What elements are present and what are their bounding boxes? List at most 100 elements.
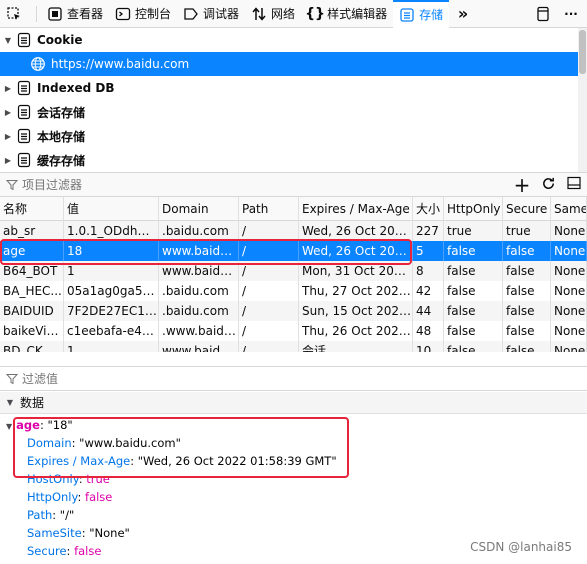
data-key: Secure bbox=[27, 544, 67, 558]
table-cell: 05a1ag0ga52... bbox=[64, 281, 159, 301]
table-row[interactable]: ab_sr 1.0.1_ODdhM... .baidu.com / Wed, 26 Oc… bbox=[0, 221, 587, 241]
refresh-button[interactable] bbox=[535, 173, 561, 196]
items-filter-bar: + bbox=[0, 172, 587, 197]
table-cell: Thu, 26 Oct 2023... bbox=[299, 321, 413, 341]
console-icon bbox=[115, 6, 131, 22]
table-cell: 10 bbox=[413, 341, 444, 352]
table-header: 名称 值 Domain Path Expires / Max-Age 大小 Ht… bbox=[0, 197, 587, 221]
style-editor-icon: {} bbox=[305, 5, 326, 22]
toggle-sidebar-button[interactable] bbox=[561, 173, 587, 196]
more-tools-button[interactable]: » bbox=[449, 0, 481, 28]
table-cell: false bbox=[444, 281, 503, 301]
data-value: false bbox=[85, 490, 113, 504]
table-cell: false bbox=[503, 301, 551, 321]
column-header-path[interactable]: Path bbox=[239, 197, 299, 221]
table-cell: .baidu.com bbox=[159, 301, 239, 321]
tab-style-editor[interactable]: {} 样式编辑器 bbox=[301, 0, 393, 28]
data-key: SameSite bbox=[27, 526, 82, 540]
table-cell: Wed, 26 Oct 2022... bbox=[299, 221, 413, 241]
column-header-httponly[interactable]: HttpOnly bbox=[444, 197, 503, 221]
tree-item-session-storage[interactable]: ▶ 会话存储 bbox=[0, 100, 587, 124]
ellipsis-icon: ··· bbox=[564, 7, 578, 21]
data-line-path[interactable]: Path: "/" bbox=[27, 506, 74, 524]
detail-section-header[interactable]: ▼ 数据 bbox=[0, 392, 587, 414]
add-item-button[interactable]: + bbox=[509, 173, 535, 196]
tab-network[interactable]: 网络 bbox=[245, 0, 301, 28]
tree-item-label: 会话存储 bbox=[37, 105, 86, 120]
storage-item-icon bbox=[16, 152, 32, 168]
table-cell: None bbox=[551, 281, 587, 301]
options-button[interactable]: ··· bbox=[559, 0, 587, 28]
table-row[interactable]: BD_CK_S... 1 www.baidu.... / 会话 10 false false N… bbox=[0, 341, 587, 352]
tree-item-label: 缓存存储 bbox=[37, 153, 86, 168]
tab-storage[interactable]: 存储 bbox=[393, 0, 450, 28]
table-cell: false bbox=[444, 241, 503, 261]
column-header-secure[interactable]: Secure bbox=[503, 197, 551, 221]
data-value: "None" bbox=[89, 526, 130, 540]
tree-item-label: https://www.baidu.com bbox=[51, 57, 190, 71]
table-cell: true bbox=[503, 221, 551, 241]
tree-item-cookie[interactable]: ▼ Cookie bbox=[0, 28, 587, 52]
data-key: Path bbox=[27, 508, 53, 522]
tree-scrollbar[interactable] bbox=[578, 28, 587, 172]
column-header-expires[interactable]: Expires / Max-Age bbox=[299, 197, 413, 221]
detail-filter-input[interactable] bbox=[22, 371, 422, 386]
detail-highlight-box bbox=[13, 417, 349, 478]
table-row[interactable]: BA_HEC... 05a1ag0ga52... .baidu.com / Thu, 2… bbox=[0, 281, 587, 301]
filter-icon bbox=[6, 373, 18, 385]
table-cell: / bbox=[239, 341, 299, 352]
items-filter-input[interactable] bbox=[22, 177, 422, 192]
table-cell: BAIDUID bbox=[0, 301, 64, 321]
scrollbar-thumb[interactable] bbox=[579, 30, 586, 74]
table-cell: 1.0.1_ODdhM... bbox=[64, 221, 159, 241]
table-cell: / bbox=[239, 321, 299, 341]
table-cell: / bbox=[239, 221, 299, 241]
table-cell: .baidu.com bbox=[159, 221, 239, 241]
tree-item-local-storage[interactable]: ▶ 本地存储 bbox=[0, 124, 587, 148]
data-value: false bbox=[74, 544, 102, 558]
table-row[interactable]: BAIDUID 7F2DE27EC1A... .baidu.com / Sun, 15 … bbox=[0, 301, 587, 321]
tab-label: 查看器 bbox=[67, 7, 104, 21]
table-cell: / bbox=[239, 301, 299, 321]
expanded-arrow-icon: ▼ bbox=[6, 422, 13, 431]
tab-debugger[interactable]: 调试器 bbox=[177, 0, 245, 28]
toolbar-right-actions: ··· bbox=[531, 0, 587, 28]
tab-inspector[interactable]: 查看器 bbox=[41, 0, 109, 28]
toolbar-divider bbox=[36, 5, 37, 22]
column-header-domain[interactable]: Domain bbox=[159, 197, 239, 221]
table-cell: None bbox=[551, 301, 587, 321]
data-line-samesite[interactable]: SameSite: "None" bbox=[27, 524, 130, 542]
tab-label: 网络 bbox=[271, 7, 296, 21]
column-header-name[interactable]: 名称 bbox=[0, 197, 64, 221]
globe-icon bbox=[30, 56, 46, 72]
tree-item-label: Indexed DB bbox=[37, 81, 115, 95]
table-cell: false bbox=[503, 281, 551, 301]
table-cell: false bbox=[503, 321, 551, 341]
element-picker-button[interactable] bbox=[0, 0, 32, 28]
table-row[interactable]: baikeVisi... c1eebafa-e47... .www.baidu...… bbox=[0, 321, 587, 341]
column-header-value[interactable]: 值 bbox=[64, 197, 159, 221]
tree-item-indexed-db[interactable]: ▶ Indexed DB bbox=[0, 76, 587, 100]
detail-filter-bar bbox=[0, 366, 587, 391]
tree-item-baidu[interactable]: https://www.baidu.com bbox=[0, 52, 587, 76]
tab-console[interactable]: 控制台 bbox=[109, 0, 177, 28]
data-line-secure[interactable]: Secure: false bbox=[27, 542, 101, 560]
table-cell: BA_HEC... bbox=[0, 281, 64, 301]
split-console-button[interactable] bbox=[531, 0, 559, 28]
data-line-httponly[interactable]: HttpOnly: false bbox=[27, 488, 112, 506]
storage-icon bbox=[399, 7, 415, 23]
column-header-samesite[interactable]: Same bbox=[551, 197, 587, 221]
filter-actions: + bbox=[509, 173, 587, 196]
table-cell: false bbox=[444, 261, 503, 281]
data-separator: : bbox=[66, 544, 75, 558]
storage-tree: ▼ Cookie https://www.baidu.com ▶ Indexed… bbox=[0, 28, 587, 172]
inspector-icon bbox=[47, 6, 63, 22]
table-cell: BD_CK_S... bbox=[0, 341, 64, 352]
column-header-size[interactable]: 大小 bbox=[413, 197, 444, 221]
tree-item-cache-storage[interactable]: ▶ 缓存存储 bbox=[0, 148, 587, 172]
table-cell: false bbox=[503, 241, 551, 261]
table-cell: .www.baidu... bbox=[159, 321, 239, 341]
filter-icon bbox=[6, 179, 18, 191]
expanded-arrow-icon: ▼ bbox=[4, 35, 12, 45]
dock-icon bbox=[535, 6, 551, 22]
